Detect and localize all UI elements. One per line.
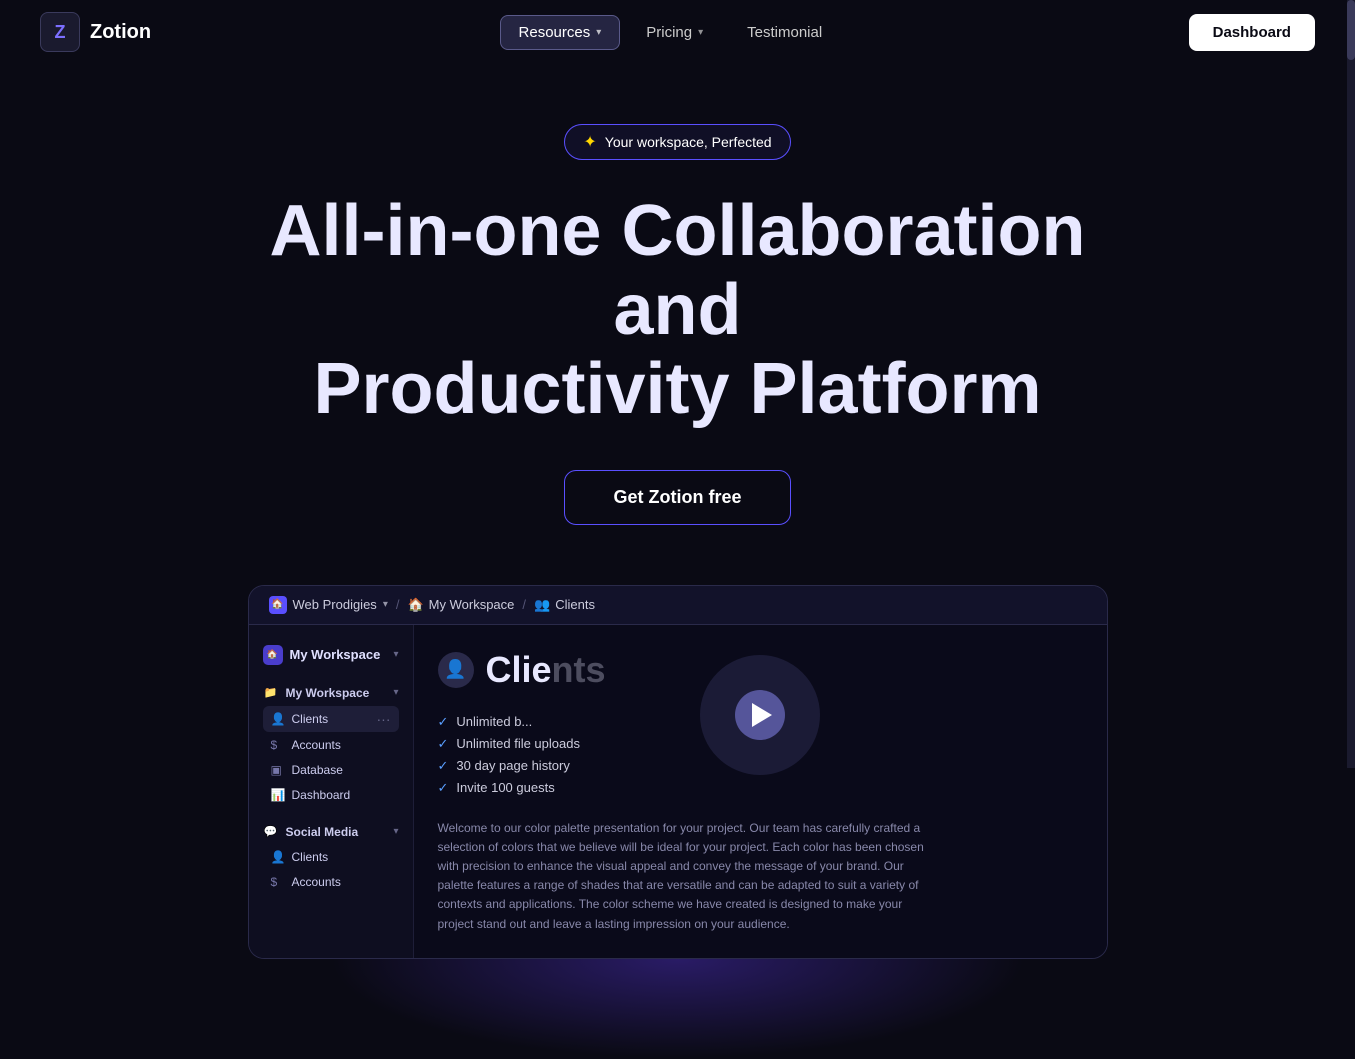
resources-chevron-icon: ▾ [596,27,601,38]
sidebar-item-accounts[interactable]: $ Accounts [263,733,399,757]
sidebar-social-clients-label: 👤 Clients [271,850,329,864]
sidebar-section-socialmedia: 💬 Social Media ▾ 👤 Clients $ [249,812,413,899]
sidebar-section-header-myworkspace[interactable]: 📁 My Workspace ▾ [263,681,399,705]
badge-star-icon: ✦ [583,132,596,152]
sidebar-ws-icon: 🏠 [263,645,283,665]
sidebar-item-dots: ··· [377,711,391,727]
demo-main: 🏠 My Workspace ▾ 📁 My Workspace ▾ [249,625,1107,958]
social-accounts-icon: $ [271,875,285,889]
breadcrumb-separator: / [396,597,400,612]
workspace-folder-icon: 📁 [263,685,279,701]
breadcrumb-page: 👥 Clients [534,597,595,613]
logo-area: Z Zotion [40,12,151,52]
demo-content: 👤 Clients ✓ Unlimited b... ✓ Unlimited f… [414,625,1107,958]
play-triangle-icon [752,703,772,727]
pricing-button[interactable]: Pricing ▾ [628,16,721,49]
scrollbar[interactable] [1347,0,1355,768]
logo-text: Zotion [90,21,151,44]
workspace-selector[interactable]: 🏠 Web Prodigies ▾ [269,596,388,614]
social-clients-icon: 👤 [271,850,285,864]
check-icon: ✓ [438,736,449,752]
sidebar-item-database-label: ▣ Database [271,763,343,777]
hero-title: All-in-one Collaboration and Productivit… [268,192,1088,430]
sidebar-section-header-social[interactable]: 💬 Social Media ▾ [263,820,399,844]
content-user-icon: 👤 [438,652,474,688]
pricing-chevron-icon: ▾ [698,27,703,38]
testimonial-button[interactable]: Testimonial [729,16,840,49]
sidebar-item-accounts-label: $ Accounts [271,738,341,752]
badge-text: Your workspace, Perfected [605,134,772,150]
demo-topbar: 🏠 Web Prodigies ▾ / 🏠 My Workspace / 👥 C… [249,586,1107,625]
sidebar-workspace-label: 🏠 My Workspace [263,645,381,665]
sidebar-social-accounts-label: $ Accounts [271,875,341,889]
breadcrumb-separator2: / [522,597,526,612]
sidebar-item-clients-label: 👤 Clients [271,712,329,726]
sidebar-section-myworkspace: 📁 My Workspace ▾ 👤 Clients ··· [249,673,413,812]
workspace-icon: 🏠 [269,596,287,614]
video-overlay[interactable] [700,655,820,775]
myworkspace-chevron-icon: ▾ [393,687,398,698]
sidebar-item-clients[interactable]: 👤 Clients ··· [263,706,399,732]
breadcrumb-ws-icon: 🏠 [407,597,423,613]
demo-sidebar: 🏠 My Workspace ▾ 📁 My Workspace ▾ [249,625,414,958]
sidebar-item-dashboard-label: 📊 Dashboard [271,788,351,802]
logo-icon: Z [40,12,80,52]
cta-button[interactable]: Get Zotion free [564,470,790,525]
sidebar-item-database[interactable]: ▣ Database [263,758,399,782]
accounts-icon: $ [271,738,285,752]
sidebar-workspace-chevron-icon: ▾ [393,649,398,660]
check-icon: ✓ [438,758,449,774]
content-description: Welcome to our color palette presentatio… [438,819,938,934]
check-icon: ✓ [438,714,449,730]
social-icon: 💬 [263,824,279,840]
database-icon: ▣ [271,763,285,777]
resources-button[interactable]: Resources ▾ [500,15,621,50]
sidebar-workspace-button[interactable]: 🏠 My Workspace ▾ [249,637,413,673]
dashboard-sidebar-icon: 📊 [271,788,285,802]
hero-badge: ✦ Your workspace, Perfected [564,124,790,160]
sidebar-section-myworkspace-label: 📁 My Workspace [263,685,370,701]
sidebar-section-social-label: 💬 Social Media [263,824,359,840]
social-chevron-icon: ▾ [393,826,398,837]
play-button[interactable] [735,690,785,740]
breadcrumb-page-icon: 👥 [534,597,550,613]
clients-icon: 👤 [271,712,285,726]
workspace-name: Web Prodigies [293,597,377,612]
dashboard-button[interactable]: Dashboard [1189,14,1315,51]
navbar: Z Zotion Resources ▾ Pricing ▾ Testimoni… [0,0,1355,64]
sidebar-item-social-accounts[interactable]: $ Accounts [263,870,399,894]
hero-section: ✦ Your workspace, Perfected All-in-one C… [0,64,1355,999]
feature-item: ✓ Invite 100 guests [438,777,1083,799]
sidebar-item-dashboard[interactable]: 📊 Dashboard [263,783,399,807]
demo-card: 🏠 Web Prodigies ▾ / 🏠 My Workspace / 👥 C… [248,585,1108,959]
nav-center: Resources ▾ Pricing ▾ Testimonial [500,15,841,50]
breadcrumb-workspace: 🏠 My Workspace [407,597,514,613]
workspace-chevron-icon: ▾ [383,599,388,610]
content-title: Clients [486,649,606,691]
sidebar-item-social-clients[interactable]: 👤 Clients [263,845,399,869]
check-icon: ✓ [438,780,449,796]
